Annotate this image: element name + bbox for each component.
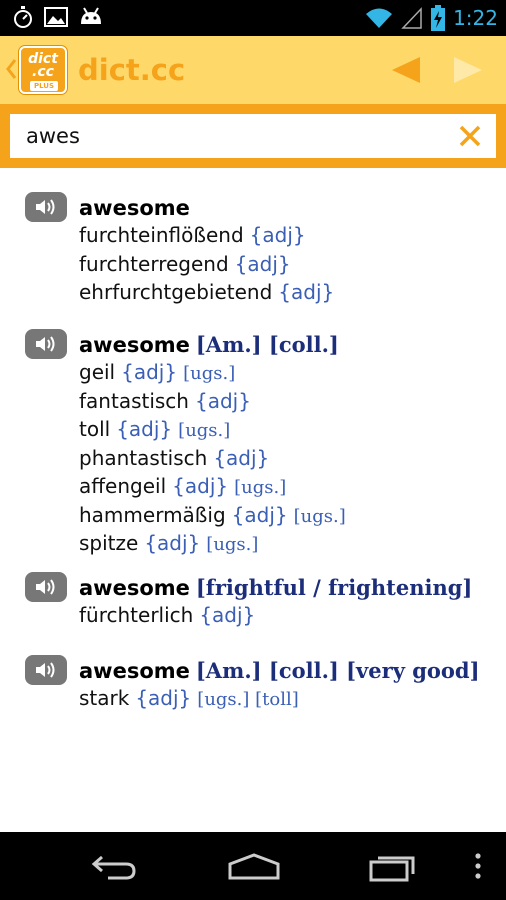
speaker-icon <box>36 579 55 595</box>
translation: stark {adj} [ugs.] [toll] <box>79 685 496 714</box>
logo-badge-plus: PLUS <box>30 81 58 91</box>
speaker-icon <box>36 336 55 352</box>
nav-home-icon[interactable] <box>226 852 282 880</box>
part-of-speech: {adj} <box>144 531 201 555</box>
speaker-button[interactable] <box>25 329 67 359</box>
overflow-menu-icon[interactable] <box>470 852 486 880</box>
action-bar: dict .cc PLUS dict.cc <box>0 36 506 104</box>
usage-tag: [ugs.] <box>206 534 259 555</box>
translation: hammermäßig {adj} [ugs.] <box>79 502 496 531</box>
status-bar: 1:22 <box>0 0 506 36</box>
translation-text: furchterregend <box>79 251 229 276</box>
search-input[interactable] <box>10 114 440 158</box>
speaker-button[interactable] <box>25 655 67 685</box>
translation-text: geil <box>79 360 116 384</box>
entry-body: awesome furchteinflößend {adj} furchterre… <box>79 194 496 308</box>
entry-headline: awesome [frightful / frightening] <box>79 574 496 602</box>
part-of-speech: {adj} <box>172 474 229 498</box>
headword: awesome <box>79 659 190 683</box>
translation-text: furchteinflößend <box>79 223 244 247</box>
speaker-icon <box>36 199 55 215</box>
translation: ehrfurchtgebietend {adj} <box>79 279 496 308</box>
entry-headline: awesome [Am.] [coll.] [very good] <box>79 657 496 685</box>
search-box <box>10 114 496 158</box>
part-of-speech: {adj} <box>213 445 270 470</box>
system-icons: 1:22 <box>365 3 498 33</box>
headword: awesome <box>79 333 190 357</box>
part-of-speech: {adj} <box>121 360 178 384</box>
close-icon[interactable] <box>458 124 482 148</box>
android-icon <box>81 7 101 24</box>
headword-note: [frightful / frightening] <box>195 575 473 600</box>
part-of-speech: {adj} <box>116 417 173 441</box>
headword-note: [Am.] [coll.] [very good] <box>195 658 480 683</box>
app-logo[interactable]: dict .cc PLUS <box>19 46 67 94</box>
translation-text: ehrfurchtgebietend <box>79 280 273 304</box>
nav-recent-apps-icon[interactable] <box>368 850 420 882</box>
nav-back-icon[interactable] <box>86 852 138 880</box>
part-of-speech: {adj} <box>194 388 251 413</box>
results-list: awesome furchteinflößend {adj} furchterre… <box>0 168 506 832</box>
notification-icons <box>12 5 104 29</box>
entry-body: awesome [Am.] [coll.] geil {adj} [ugs.] fan… <box>79 331 496 559</box>
next-arrow-icon[interactable] <box>452 56 484 84</box>
battery-charging-icon <box>431 5 446 31</box>
usage-tag: [ugs.] <box>183 363 236 384</box>
wifi-icon <box>366 8 393 28</box>
translation: toll {adj} [ugs.] <box>79 416 496 445</box>
translation-text: fantastisch <box>79 388 189 413</box>
translation-text: hammermäßig <box>79 502 226 527</box>
stopwatch-icon <box>14 6 32 28</box>
usage-tag: [ugs.] <box>178 420 231 441</box>
navigation-bar <box>0 832 506 900</box>
translation: phantastisch {adj} <box>79 445 496 474</box>
signal-icon <box>401 7 422 29</box>
translation-text: toll <box>79 417 111 441</box>
translation-text: affengeil <box>79 474 167 498</box>
translation: fantastisch {adj} <box>79 388 496 417</box>
headword: awesome <box>79 196 190 220</box>
headword: awesome <box>79 576 190 600</box>
part-of-speech: {adj} <box>199 603 256 627</box>
app-title: dict.cc <box>78 53 186 87</box>
translation: spitze {adj} [ugs.] <box>79 530 496 559</box>
translation: furchteinflößend {adj} <box>79 222 496 251</box>
translation-text: fürchterlich <box>79 603 194 627</box>
part-of-speech: {adj} <box>234 251 291 276</box>
translation: fürchterlich {adj} <box>79 602 496 631</box>
clock: 1:22 <box>453 6 498 30</box>
usage-tag: [ugs.] <box>293 505 346 527</box>
logo-text-cc: .cc <box>32 64 54 80</box>
translation-text: spitze <box>79 531 139 555</box>
headword-note: [Am.] [coll.] <box>195 332 339 357</box>
part-of-speech: {adj} <box>231 502 288 527</box>
speaker-icon <box>36 662 55 678</box>
translation: geil {adj} [ugs.] <box>79 359 496 388</box>
speaker-button[interactable] <box>25 192 67 222</box>
translation-text: phantastisch <box>79 445 208 470</box>
usage-tag: [ugs.] [toll] <box>197 689 299 710</box>
entry-body: awesome [frightful / frightening] fürchte… <box>79 574 496 631</box>
speaker-button[interactable] <box>25 572 67 602</box>
part-of-speech: {adj} <box>249 223 306 247</box>
entry-headline: awesome <box>79 194 496 222</box>
translation-text: stark <box>79 686 130 710</box>
back-chevron-icon[interactable] <box>4 54 18 84</box>
part-of-speech: {adj} <box>278 280 335 304</box>
translation: affengeil {adj} [ugs.] <box>79 473 496 502</box>
entry-headline: awesome [Am.] [coll.] <box>79 331 496 359</box>
translation: furchterregend {adj} <box>79 251 496 280</box>
prev-arrow-icon[interactable] <box>390 56 422 84</box>
entry-body: awesome [Am.] [coll.] [very good] stark {a… <box>79 657 496 714</box>
usage-tag: [ugs.] <box>234 477 287 498</box>
part-of-speech: {adj} <box>135 686 192 710</box>
image-icon <box>44 7 68 27</box>
search-bar <box>0 104 506 168</box>
